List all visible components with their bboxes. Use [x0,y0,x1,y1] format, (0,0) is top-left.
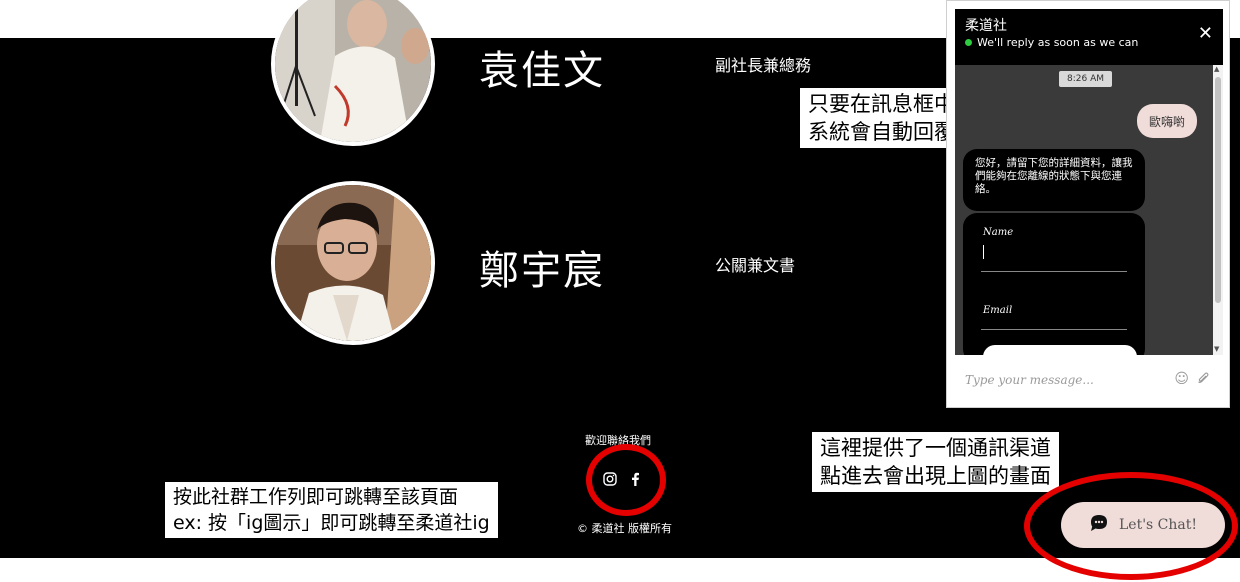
annotation-line: 這裡提供了一個通訊渠道 [820,436,1051,460]
close-icon[interactable]: ✕ [1198,25,1213,43]
chat-status-text: We'll reply as soon as we can [977,36,1139,49]
email-field[interactable] [981,329,1127,330]
user-message-bubble: 歐嗨喲 [1137,104,1197,138]
attachment-icon[interactable] [1197,371,1209,389]
chat-scrollbar[interactable]: ▲ ▼ [1213,65,1223,355]
online-status-dot [965,39,972,46]
message-input[interactable]: Type your message... [965,373,1094,387]
text-caret [983,245,984,259]
bot-message-bubble: 您好，請留下您的詳細資料，讓我們能夠在您離線的狀態下與您連絡。 [963,149,1145,211]
scroll-down-icon[interactable]: ▼ [1214,345,1219,353]
member-avatar-photo [271,181,435,345]
member-role: 公關兼文書 [715,256,796,275]
message-timestamp: 8:26 AM [1059,71,1112,87]
name-field-label: Name [983,227,1014,238]
scrollbar-thumb[interactable] [1215,77,1221,303]
chat-status: We'll reply as soon as we can [965,36,1138,49]
annotation-line: 點進去會出現上圖的畫面 [820,464,1051,488]
copyright-text: © 柔道社 版權所有 [577,522,672,535]
chat-input-actions: ☺ [1174,371,1209,389]
form-submit-button[interactable] [983,345,1137,355]
annotation-line: ex: 按「ig圖示」即可跳轉至柔道社ig [173,512,490,534]
highlight-ring-social [586,444,666,516]
highlight-ring-chat [1024,472,1238,580]
emoji-icon[interactable]: ☺ [1174,371,1189,389]
member-role: 副社長兼總務 [715,56,812,75]
chat-messages[interactable]: 8:26 AM 歐嗨喲 您好，請留下您的詳細資料，讓我們能夠在您離線的狀態下與您… [955,65,1213,355]
chat-header: 柔道社 We'll reply as soon as we can ✕ [955,9,1223,65]
member-name: 鄭宇宸 [479,248,605,294]
annotation-chat-channel: 這裡提供了一個通訊渠道 點進去會出現上圖的畫面 [812,432,1059,492]
scroll-up-icon[interactable]: ▲ [1214,65,1219,73]
chat-title: 柔道社 [965,18,1007,34]
email-field-label: Email [983,305,1013,316]
annotation-social-bar: 按此社群工作列即可跳轉至該頁面 ex: 按「ig圖示」即可跳轉至柔道社ig [165,482,498,538]
annotation-line: 按此社群工作列即可跳轉至該頁面 [173,486,459,508]
contact-form-card: Name Email [963,213,1145,355]
chat-window: 柔道社 We'll reply as soon as we can ✕ 8:26… [946,0,1230,408]
member-name: 袁佳文 [479,48,605,94]
name-field[interactable] [981,271,1127,272]
